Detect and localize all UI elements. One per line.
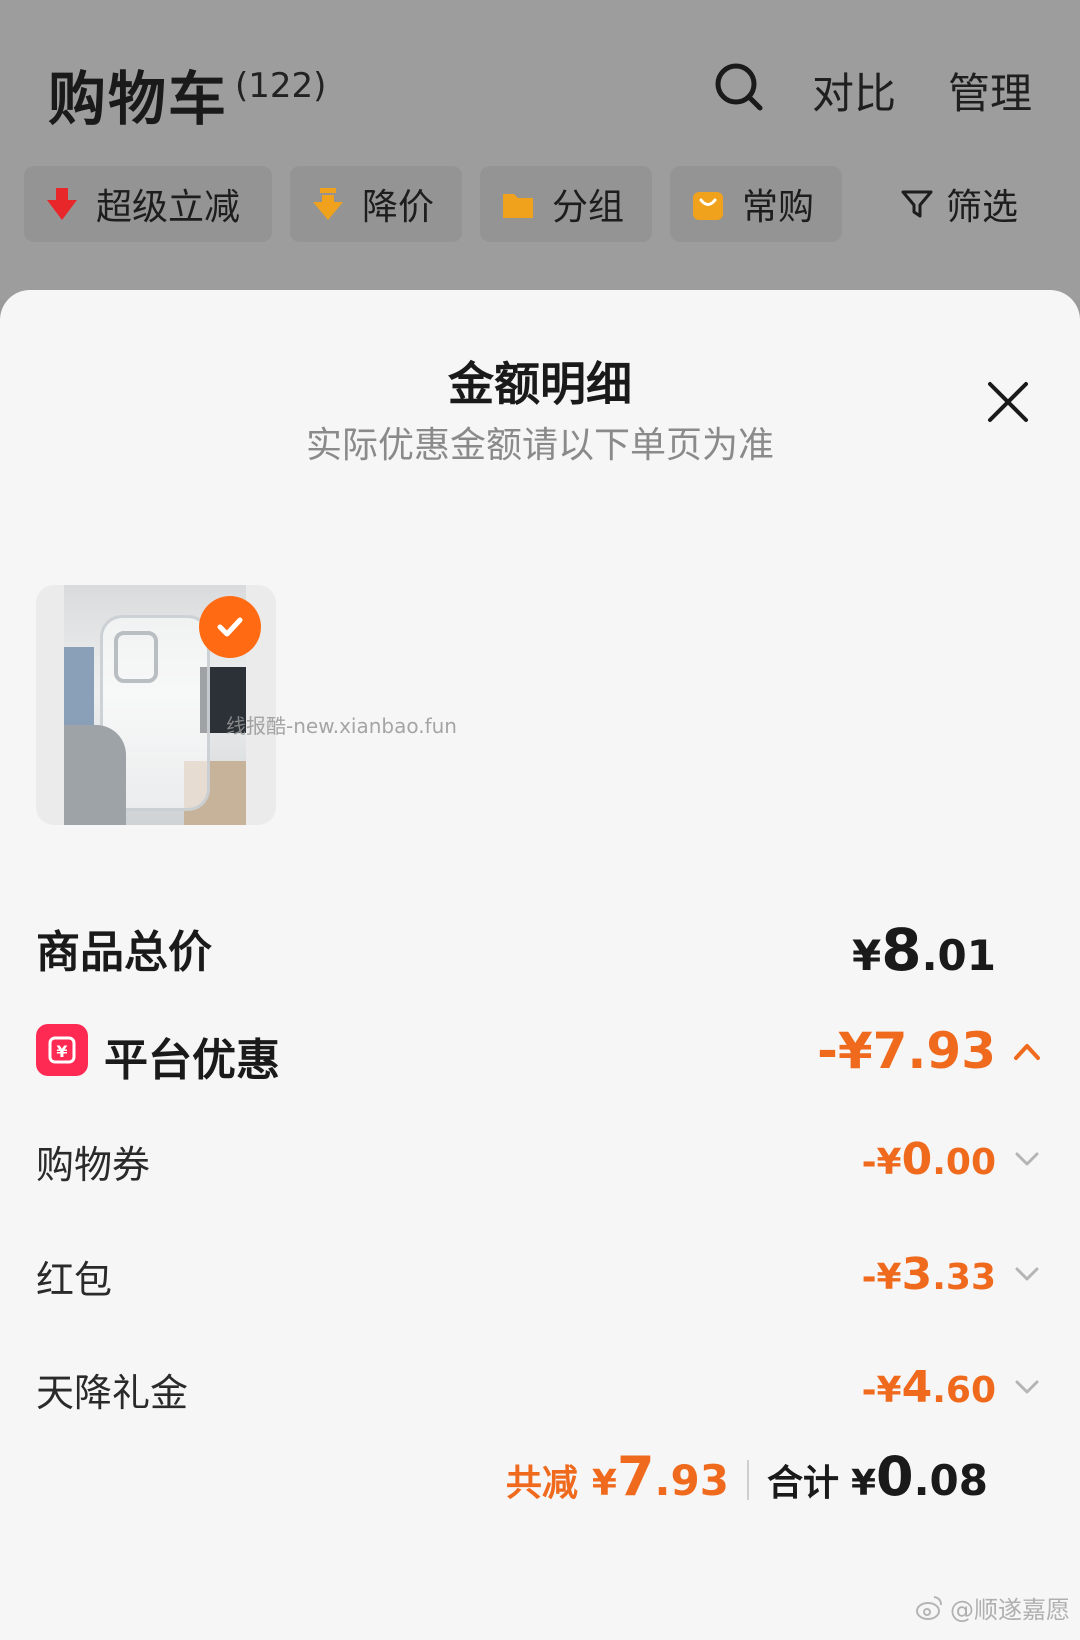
filter-chip-group[interactable]: 分组 — [480, 166, 652, 242]
discount-item-label: 购物券 — [36, 1143, 151, 1187]
compare-button[interactable]: 对比 — [812, 60, 896, 121]
discount-item-red-packet[interactable]: 红包 -¥3.33 — [36, 1245, 1044, 1305]
platform-discount-label: 平台优惠 — [104, 1035, 280, 1086]
orange-down-arrow-icon — [313, 188, 343, 220]
page-title: 购物车 — [48, 65, 229, 133]
product-total-label: 商品总价 — [36, 927, 212, 978]
chevron-down-icon[interactable] — [1012, 1259, 1042, 1289]
manage-button[interactable]: 管理 — [948, 60, 1032, 121]
filter-chip-label: 分组 — [552, 187, 625, 228]
sheet-subtitle: 实际优惠金额请以下单页为准 — [305, 425, 774, 466]
product-total-value: ¥8.01 — [852, 916, 996, 984]
svg-text:¥: ¥ — [56, 1042, 67, 1061]
weibo-icon — [916, 1595, 942, 1620]
cart-page-background: 购物车 (122) 对比 管理 超级立减 降价 分组 常购 筛选 — [0, 0, 1080, 300]
filter-chip-price-drop[interactable]: 降价 — [290, 166, 462, 242]
chevron-down-icon[interactable] — [1012, 1144, 1042, 1174]
filter-chip-label: 常购 — [742, 187, 815, 228]
sheet-title: 金额明细 — [448, 357, 632, 411]
filter-chip-label: 超级立减 — [96, 187, 241, 228]
filter-button[interactable]: 筛选 — [900, 166, 1018, 242]
summary-divider — [746, 1460, 749, 1500]
author-name: @顺遂嘉愿 — [950, 1596, 1070, 1624]
watermark-text: 线报酷-new.xianbao.fun — [226, 714, 457, 738]
author-watermark: @顺遂嘉愿 — [914, 1590, 1070, 1625]
platform-discount-badge-icon: ¥ — [36, 1024, 88, 1076]
discount-item-coupon[interactable]: 购物券 -¥0.00 — [36, 1130, 1044, 1190]
filter-chip-label: 筛选 — [946, 187, 1019, 228]
platform-discount-row[interactable]: ¥ 平台优惠 -¥7.93 — [36, 1018, 1044, 1088]
folder-icon — [503, 194, 533, 218]
discount-item-value: -¥4.60 — [861, 1362, 996, 1413]
total-reduction: 共减 ¥7.93 — [505, 1445, 729, 1508]
platform-discount-value: -¥7.93 — [817, 1022, 996, 1080]
discount-item-label: 红包 — [36, 1258, 113, 1302]
discount-item-value: -¥3.33 — [861, 1249, 996, 1300]
product-total-row: 商品总价 ¥8.01 — [36, 910, 1044, 984]
filter-chip-super-discount[interactable]: 超级立减 — [24, 166, 272, 242]
amount-summary: 共减 ¥7.93 合计 ¥0.08 — [506, 1445, 988, 1515]
cart-count: (122) — [235, 66, 327, 106]
discount-item-gift-money[interactable]: 天降礼金 -¥4.60 — [36, 1358, 1044, 1418]
final-total: 合计 ¥0.08 — [766, 1445, 988, 1508]
discount-item-label: 天降礼金 — [36, 1371, 189, 1415]
filter-chip-frequent[interactable]: 常购 — [670, 166, 842, 242]
selected-check-icon — [199, 596, 261, 658]
discount-item-value: -¥0.00 — [861, 1134, 996, 1185]
filter-chip-label: 降价 — [362, 187, 435, 228]
bag-icon — [693, 192, 723, 220]
amount-detail-sheet: 金额明细 实际优惠金额请以下单页为准 线报酷-new.xianbao.fun 商… — [0, 290, 1080, 1640]
chevron-down-icon[interactable] — [1012, 1372, 1042, 1402]
filter-icon — [901, 190, 933, 218]
red-down-arrow-icon — [47, 188, 77, 220]
chevron-up-icon[interactable] — [1010, 1034, 1044, 1068]
close-icon[interactable] — [984, 378, 1032, 426]
search-icon[interactable] — [712, 60, 764, 112]
